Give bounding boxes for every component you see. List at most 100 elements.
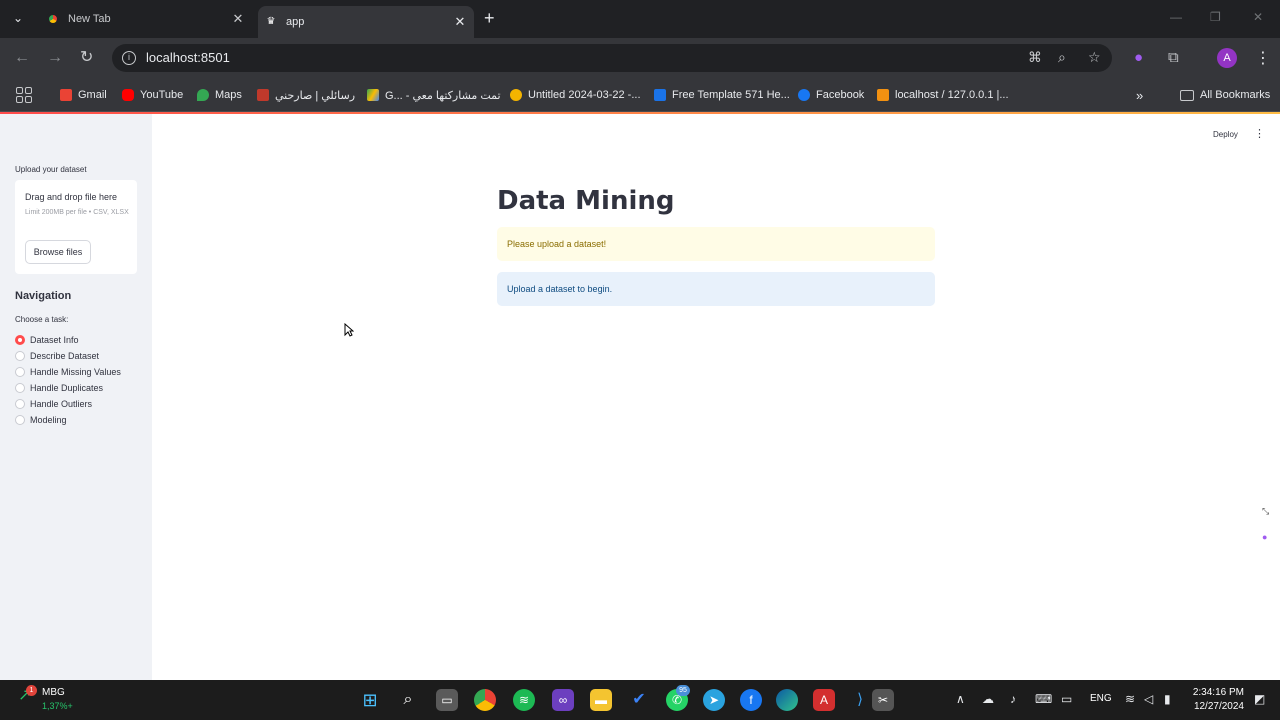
reload-icon[interactable]: ↻ [80, 48, 93, 68]
battery-icon[interactable]: ▮ [1164, 692, 1171, 706]
stock-badge: 1 [26, 685, 37, 696]
task-view-icon[interactable]: ▭ [436, 689, 458, 711]
onedrive-cloud-icon[interactable]: ☁ [982, 692, 994, 706]
sarahah-icon [257, 89, 269, 101]
close-icon[interactable]: ✕ [230, 11, 246, 27]
restore-icon[interactable]: ❐ [1210, 10, 1221, 24]
file-dropzone[interactable]: Drag and drop file here Limit 200MB per … [15, 180, 137, 274]
radio-empty-icon [15, 351, 25, 361]
radio-handle-duplicates[interactable]: Handle Duplicates [15, 382, 103, 394]
gmail-icon [60, 89, 72, 101]
streamlit-crown-icon: ♛ [266, 16, 276, 27]
tray-chevron-up-icon[interactable]: ∧ [956, 692, 965, 706]
dropzone-limit: Limit 200MB per file • CSV, XLSX [25, 209, 129, 216]
tab-search-chevron-icon[interactable]: ⌄ [8, 8, 28, 28]
notification-icon[interactable]: ◩ [1254, 692, 1265, 706]
display-icon[interactable]: ▭ [1061, 692, 1072, 706]
all-bookmarks-folder[interactable]: All Bookmarks [1180, 86, 1270, 104]
radio-modeling[interactable]: Modeling [15, 414, 67, 426]
keyboard-icon[interactable]: ⌨ [1035, 692, 1052, 706]
language-indicator[interactable]: ENG [1090, 693, 1112, 704]
system-clock[interactable]: 2:34:16 PM 12/27/2024 [1186, 686, 1244, 714]
youtube-icon [122, 89, 134, 101]
dropzone-title: Drag and drop file here [25, 192, 118, 202]
page-title: Data Mining [497, 186, 675, 216]
close-icon[interactable]: ✕ [452, 14, 468, 30]
bookmark-free-template[interactable]: Free Template 571 He... [654, 86, 790, 104]
tab-new-tab[interactable]: New Tab ✕ [40, 6, 252, 32]
deploy-button[interactable]: Deploy [1213, 130, 1238, 139]
radio-empty-icon [15, 367, 25, 377]
browser-menu-icon[interactable]: ⋮ [1255, 48, 1271, 68]
maps-pin-icon [197, 89, 209, 101]
translate-icon[interactable]: ⌘ [1028, 49, 1042, 66]
stock-value: 1,37%+ [42, 701, 73, 711]
window-close-icon[interactable]: ✕ [1253, 10, 1263, 24]
radio-describe-dataset[interactable]: Describe Dataset [15, 350, 99, 362]
minimize-icon[interactable]: — [1170, 10, 1182, 24]
apps-grid-icon[interactable] [16, 87, 32, 103]
radio-empty-icon [15, 415, 25, 425]
spotify-icon[interactable]: ≋ [513, 689, 535, 711]
drive-icon [367, 89, 379, 101]
bookmark-star-icon[interactable]: ☆ [1088, 49, 1101, 66]
mouse-cursor-icon [344, 323, 354, 337]
site-info-icon[interactable]: i [122, 51, 136, 65]
wifi-icon[interactable]: ≋ [1125, 692, 1135, 706]
acrobat-icon[interactable]: A [813, 689, 835, 711]
bookmark-gmail[interactable]: Gmail [60, 86, 107, 104]
radio-handle-outliers[interactable]: Handle Outliers [15, 398, 92, 410]
facebook-taskbar-icon[interactable]: f [740, 689, 762, 711]
side-panel-icon[interactable]: ⤡ [1262, 506, 1269, 517]
clock-date: 12/27/2024 [1193, 701, 1244, 712]
extensions-puzzle-icon[interactable]: ⧉ [1168, 48, 1179, 68]
bookmark-localhost-phpmyadmin[interactable]: localhost / 127.0.0.1 |... [877, 86, 1009, 104]
extension-brain-icon[interactable]: ● [1134, 48, 1143, 68]
more-bookmarks-chevron-icon[interactable]: » [1136, 86, 1143, 104]
snipping-tool-icon[interactable]: ✂ [872, 689, 894, 711]
tab-title: app [286, 16, 305, 28]
browser-toolbar: ← → ↻ i localhost:8501 ⌘ ⌕ ☆ ● ⧉ A ⋮ [0, 38, 1280, 78]
bookmark-untitled[interactable]: Untitled 2024-03-22 -... [510, 86, 641, 104]
navigation-title: Navigation [15, 290, 72, 302]
edge-icon[interactable] [776, 689, 798, 711]
address-bar[interactable]: i localhost:8501 ⌘ ⌕ ☆ [112, 44, 1112, 72]
new-tab-plus-icon[interactable]: + [484, 8, 495, 28]
bookmark-maps[interactable]: Maps [197, 86, 242, 104]
brain-extension-float-icon[interactable]: ● [1262, 532, 1267, 542]
stock-name: MBG [42, 687, 65, 698]
app-page: Upload your dataset Drag and drop file h… [0, 114, 1280, 680]
bookmark-sarahah[interactable]: رسائلي | صارحني [257, 86, 355, 104]
folder-icon [1180, 89, 1194, 101]
profile-avatar[interactable]: A [1217, 48, 1237, 68]
sidebar: Upload your dataset Drag and drop file h… [0, 114, 152, 680]
microphone-icon[interactable]: ♪ [1010, 692, 1016, 706]
radio-handle-missing-values[interactable]: Handle Missing Values [15, 366, 121, 378]
untitled-site-icon [510, 89, 522, 101]
tab-strip: ⌄ New Tab ✕ ♛ app ✕ + — ❐ ✕ [0, 0, 1280, 38]
todo-check-icon[interactable]: ✔ [628, 689, 650, 711]
browse-files-button[interactable]: Browse files [25, 240, 91, 264]
tab-title: New Tab [68, 13, 111, 25]
windows-taskbar: ↗ 1 MBG 1,37%+ ⊞ ⌕ ▭ ≋ ∞ ▬ ✔ ✆ 95 ➤ f A … [0, 680, 1280, 720]
telegram-icon[interactable]: ➤ [703, 689, 725, 711]
vscode-icon[interactable]: ⟩ [849, 689, 871, 711]
search-icon[interactable]: ⌕ [397, 689, 419, 711]
back-arrow-icon[interactable]: ← [14, 48, 30, 68]
tab-app[interactable]: ♛ app ✕ [258, 6, 474, 38]
zoom-icon[interactable]: ⌕ [1058, 49, 1066, 66]
chrome-taskbar-icon[interactable] [474, 689, 496, 711]
radio-empty-icon [15, 399, 25, 409]
windows-start-icon[interactable]: ⊞ [359, 689, 381, 711]
radio-dataset-info[interactable]: Dataset Info [15, 334, 79, 346]
bookmark-facebook[interactable]: Facebook [798, 86, 864, 104]
forward-arrow-icon[interactable]: → [47, 48, 63, 68]
visual-studio-icon[interactable]: ∞ [552, 689, 574, 711]
app-menu-icon[interactable]: ⋮ [1254, 127, 1265, 140]
radio-empty-icon [15, 383, 25, 393]
facebook-icon [798, 89, 810, 101]
bookmark-youtube[interactable]: YouTube [122, 86, 183, 104]
file-explorer-icon[interactable]: ▬ [590, 689, 612, 711]
bookmark-google-drive[interactable]: G... - تمت مشاركتها معي [367, 86, 501, 104]
volume-icon[interactable]: ◁ [1144, 692, 1153, 706]
